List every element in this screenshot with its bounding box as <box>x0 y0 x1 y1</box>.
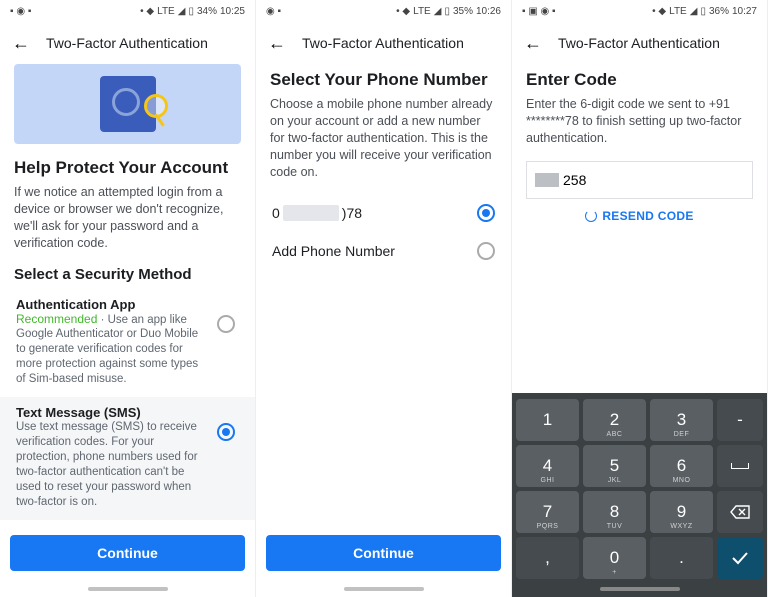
clock: 10:27 <box>732 6 757 17</box>
key-.[interactable]: . <box>650 537 713 579</box>
notif-icon: ▪ ◉ ▪ <box>10 6 31 17</box>
battery-icon: ▯ <box>188 6 194 17</box>
method-title: Text Message (SMS) <box>16 405 209 420</box>
key-8[interactable]: 8 <box>583 491 646 533</box>
lte-label: LTE <box>157 6 175 17</box>
nav-handle[interactable] <box>344 587 424 591</box>
page-title: Two-Factor Authentication <box>302 35 464 51</box>
numeric-keypad: 123- 456 789,0. <box>512 393 767 597</box>
status-bar: ▪ ◉ ▪ • ◆ LTE ◢ ▯ 34% 10:25 <box>0 0 255 22</box>
add-phone-option[interactable]: Add Phone Number <box>270 232 497 270</box>
resend-code-button[interactable]: RESEND CODE <box>526 209 753 223</box>
clock: 10:25 <box>220 6 245 17</box>
masked-digits: xxxx <box>283 205 339 221</box>
radio-unselected-icon[interactable] <box>477 242 495 260</box>
page-title: Two-Factor Authentication <box>558 35 720 51</box>
signal-icon: ◢ <box>690 6 698 17</box>
notif-icon: ▪ ▣ ◉ ▪ <box>522 6 556 17</box>
signal-icon: ◢ <box>434 6 442 17</box>
battery-icon: ▯ <box>444 6 450 17</box>
key-2[interactable]: 2 <box>583 399 646 441</box>
battery-icon: ▯ <box>700 6 706 17</box>
page-title: Two-Factor Authentication <box>46 35 208 51</box>
phone-number: 0xxxx)78 <box>272 205 362 221</box>
key-1[interactable]: 1 <box>516 399 579 441</box>
status-bar: ▪ ▣ ◉ ▪ • ◆ LTE ◢ ▯ 36% 10:27 <box>512 0 767 22</box>
radio-unselected-icon[interactable] <box>217 315 235 333</box>
wifi-icon: • ◆ <box>396 6 410 17</box>
app-bar: ← Two-Factor Authentication <box>512 22 767 64</box>
code-value: 258 <box>563 172 586 188</box>
app-bar: ← Two-Factor Authentication <box>256 22 511 64</box>
continue-button[interactable]: Continue <box>10 535 245 571</box>
key--[interactable]: - <box>717 399 763 441</box>
battery-pct: 34% <box>197 6 217 17</box>
battery-pct: 35% <box>453 6 473 17</box>
nav-handle[interactable] <box>600 587 680 591</box>
code-input[interactable]: 258 <box>526 161 753 199</box>
app-bar: ← Two-Factor Authentication <box>0 22 255 64</box>
masked-prefix <box>535 173 559 187</box>
key-,[interactable]: , <box>516 537 579 579</box>
back-arrow-icon[interactable]: ← <box>12 34 30 52</box>
method-desc: Recommended · Use an app like Google Aut… <box>16 312 209 388</box>
battery-pct: 36% <box>709 6 729 17</box>
description: If we notice an attempted login from a d… <box>14 184 241 252</box>
vault-icon <box>100 76 156 132</box>
back-arrow-icon[interactable]: ← <box>268 34 286 52</box>
notif-icon: ◉ ▪ <box>266 6 281 17</box>
screen-enter-code: ▪ ▣ ◉ ▪ • ◆ LTE ◢ ▯ 36% 10:27 ← Two-Fact… <box>512 0 768 597</box>
refresh-icon <box>585 210 597 222</box>
lte-label: LTE <box>669 6 687 17</box>
nav-handle[interactable] <box>88 587 168 591</box>
wifi-icon: • ◆ <box>652 6 666 17</box>
key-5[interactable]: 5 <box>583 445 646 487</box>
method-sms[interactable]: Text Message (SMS) Use text message (SMS… <box>0 397 255 520</box>
screen-select-phone: ◉ ▪ • ◆ LTE ◢ ▯ 35% 10:26 ← Two-Factor A… <box>256 0 512 597</box>
radio-selected-icon[interactable] <box>217 423 235 441</box>
heading: Enter Code <box>526 70 753 90</box>
recommended-badge: Recommended <box>16 312 97 326</box>
key-6[interactable]: 6 <box>650 445 713 487</box>
status-bar: ◉ ▪ • ◆ LTE ◢ ▯ 35% 10:26 <box>256 0 511 22</box>
submit-key[interactable] <box>717 537 763 579</box>
clock: 10:26 <box>476 6 501 17</box>
space-key[interactable] <box>717 445 763 487</box>
key-9[interactable]: 9 <box>650 491 713 533</box>
magnifier-icon <box>144 94 168 118</box>
heading: Select Your Phone Number <box>270 70 497 90</box>
key-0[interactable]: 0 <box>583 537 646 579</box>
description: Choose a mobile phone number already on … <box>270 96 497 180</box>
section-heading: Select a Security Method <box>14 266 241 283</box>
hero-illustration <box>14 64 241 144</box>
screen-setup: ▪ ◉ ▪ • ◆ LTE ◢ ▯ 34% 10:25 ← Two-Factor… <box>0 0 256 597</box>
radio-selected-icon[interactable] <box>477 204 495 222</box>
add-phone-label: Add Phone Number <box>272 243 395 259</box>
description: Enter the 6-digit code we sent to +91 **… <box>526 96 753 147</box>
signal-icon: ◢ <box>178 6 186 17</box>
key-3[interactable]: 3 <box>650 399 713 441</box>
heading: Help Protect Your Account <box>14 158 241 178</box>
wifi-icon: • ◆ <box>140 6 154 17</box>
continue-button[interactable]: Continue <box>266 535 501 571</box>
method-title: Authentication App <box>16 297 209 312</box>
key-7[interactable]: 7 <box>516 491 579 533</box>
method-desc: Use text message (SMS) to receive verifi… <box>16 420 209 510</box>
backspace-key[interactable] <box>717 491 763 533</box>
lte-label: LTE <box>413 6 431 17</box>
method-auth-app[interactable]: Authentication App Recommended · Use an … <box>14 289 241 398</box>
key-4[interactable]: 4 <box>516 445 579 487</box>
back-arrow-icon[interactable]: ← <box>524 34 542 52</box>
phone-option[interactable]: 0xxxx)78 <box>270 194 497 232</box>
